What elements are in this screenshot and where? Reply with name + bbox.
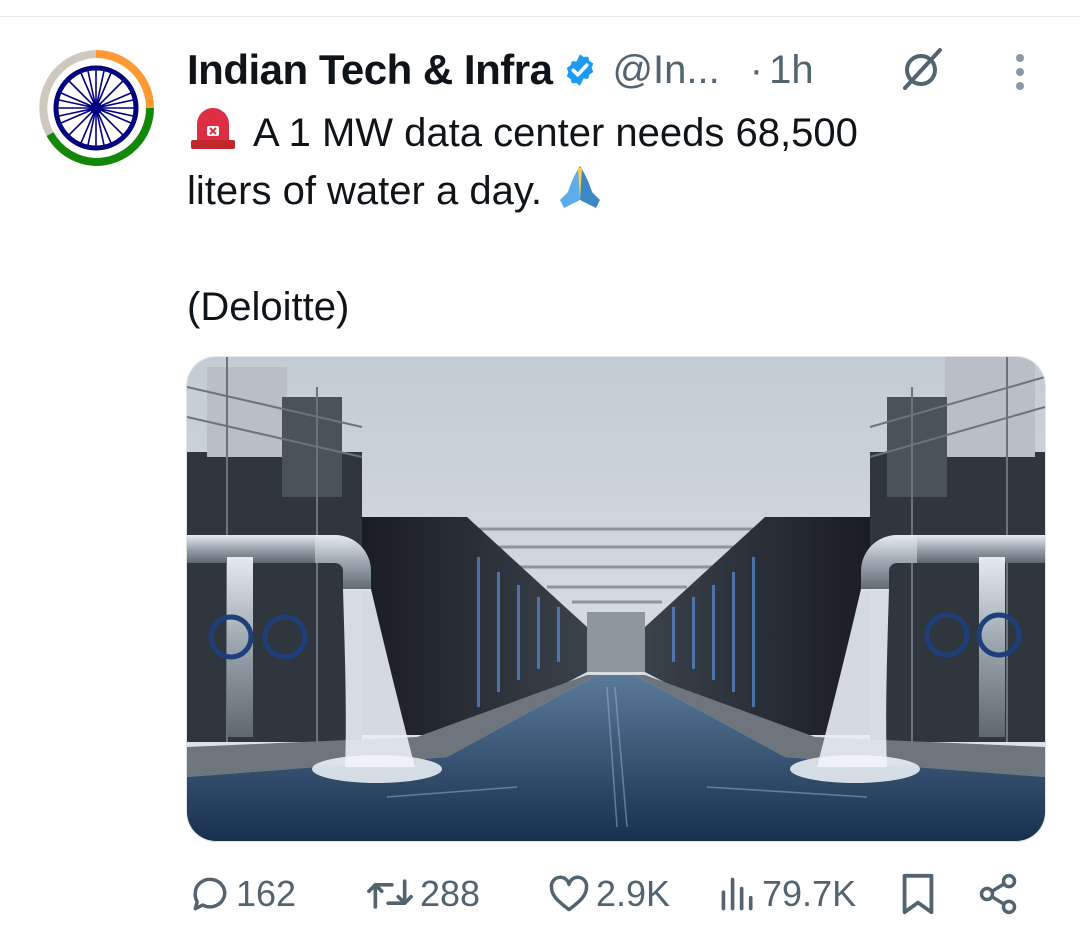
share-icon [979,873,1017,915]
view-count: 79.7K [762,873,857,914]
tweet-text: A 1 MW data center needs 68,500 liters o… [187,104,1007,336]
views-icon [721,877,753,911]
timestamp[interactable]: 1h [769,48,814,93]
action-bar: 162 288 2.9K 79.7K [186,866,1026,922]
bookmark-button[interactable] [898,866,938,922]
like-icon [549,875,589,912]
data-center-water-image [187,357,1045,841]
siren-emoji [191,108,235,149]
tweet-line-2-text: liters of water a day. [187,169,542,213]
grok-icon[interactable] [896,44,946,94]
separator-dot: · [749,47,764,92]
divider [0,16,1080,17]
share-button[interactable] [976,866,1020,922]
verified-badge-icon [567,54,594,86]
tweet-line-1-text: A 1 MW data center needs 68,500 [253,111,858,155]
reply-button[interactable]: 162 [188,866,296,922]
tweet-header: Indian Tech & Infra @In... · 1h [187,42,814,98]
tweet-line-2: liters of water a day. [187,162,1007,220]
bookmark-icon [902,873,934,915]
reply-count: 162 [236,873,297,914]
tweet-media[interactable] [186,356,1046,842]
views-button[interactable]: 79.7K [718,866,856,922]
avatar[interactable] [36,48,156,168]
like-count: 2.9K [596,873,671,914]
tweet-source: (Deloitte) [187,285,350,329]
repost-count: 288 [420,873,481,914]
folded-hands-emoji [559,166,600,208]
repost-icon [367,879,413,909]
author-handle[interactable]: @In... [612,48,719,93]
avatar-emblem-icon [38,50,154,167]
reply-icon [193,877,227,911]
author-name[interactable]: Indian Tech & Infra [187,46,553,94]
repost-button[interactable]: 288 [364,866,480,922]
tweet-line-1: A 1 MW data center needs 68,500 [187,104,1007,162]
more-icon[interactable] [1008,52,1032,92]
like-button[interactable]: 2.9K [546,866,670,922]
